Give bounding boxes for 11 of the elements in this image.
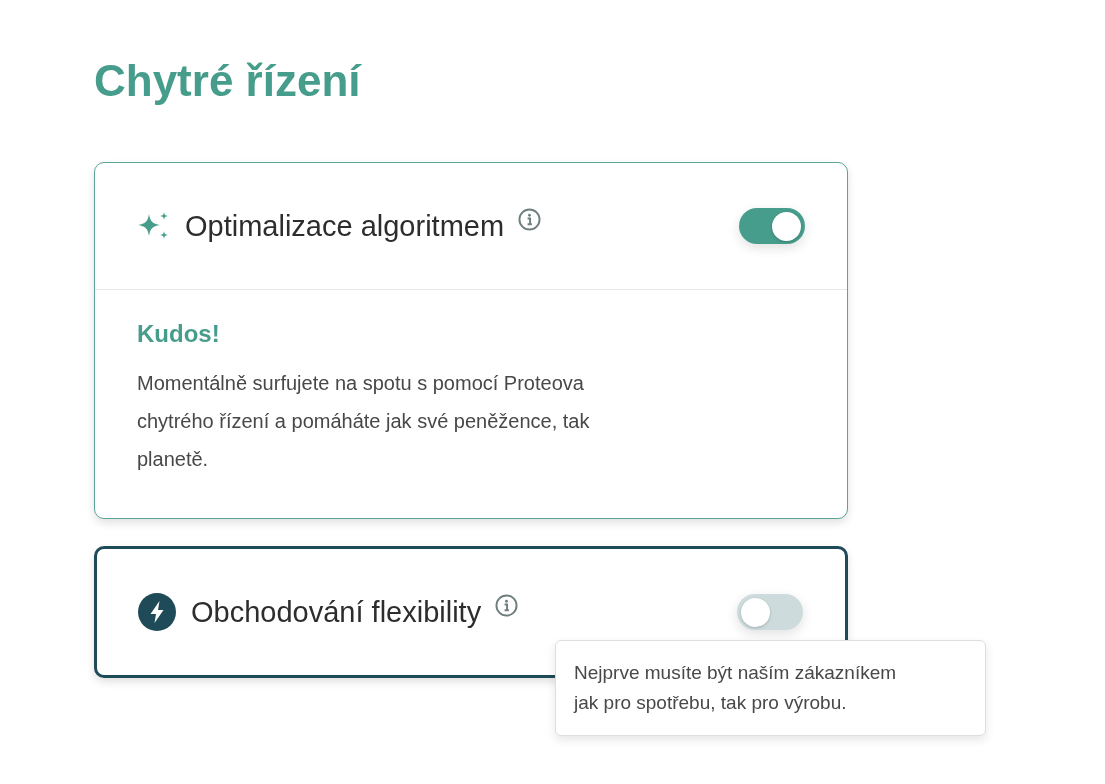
page-title: Chytré řízení: [94, 55, 361, 107]
info-icon[interactable]: [518, 208, 542, 231]
toggle-switch[interactable]: [737, 594, 803, 630]
setting-title: Obchodování flexibility: [191, 595, 482, 630]
toggle-switch[interactable]: [739, 208, 805, 244]
message-text: Momentálně surfujete na spotu s pomocí Proteova chytrého řízení a pomáháte jak své peněžence, tak planetě.: [137, 371, 591, 472]
info-icon[interactable]: [495, 594, 519, 617]
lightning-bolt-icon: [138, 593, 176, 631]
tooltip: Nejprve musíte být naším zákazníkem jak pro spotřebu, tak pro výrobu.: [555, 640, 986, 736]
setting-title: Optimalizace algoritmem: [185, 209, 505, 244]
message-heading: Kudos!: [137, 319, 220, 349]
